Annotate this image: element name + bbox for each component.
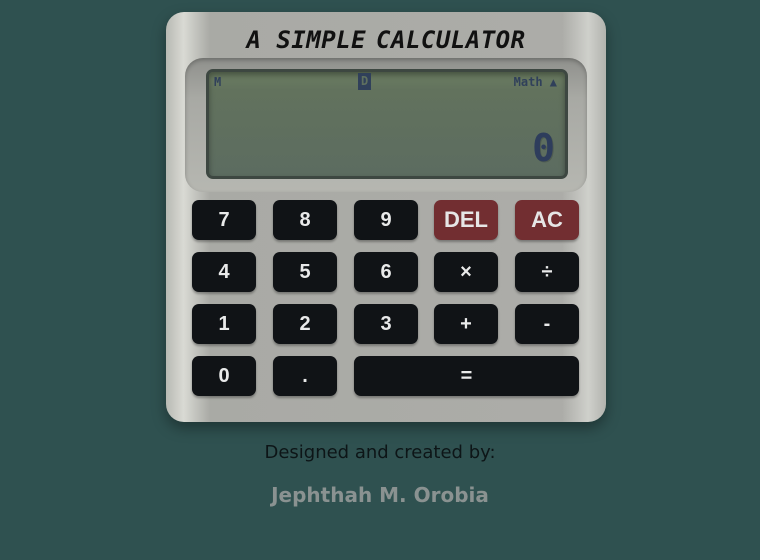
delete-button[interactable]: DEL (434, 200, 498, 240)
key-3[interactable]: 3 (354, 304, 418, 344)
calculator-title: A SIMPLE CALCULATOR (166, 26, 606, 54)
key-0[interactable]: 0 (192, 356, 256, 396)
key-1[interactable]: 1 (192, 304, 256, 344)
key-2[interactable]: 2 (273, 304, 337, 344)
title-word-calculator: CALCULATOR (376, 26, 526, 54)
credit-line: Designed and created by: (264, 442, 496, 463)
math-mode-indicator: Math ▲ (513, 75, 557, 89)
divide-button[interactable]: ÷ (515, 252, 579, 292)
display-value: 0 (532, 126, 555, 170)
multiply-button[interactable]: × (434, 252, 498, 292)
author-name: Jephthah M. Orobia (271, 483, 489, 507)
display-screen: M D Math ▲ 0 (206, 69, 568, 179)
display-bezel: M D Math ▲ 0 (185, 58, 587, 192)
degree-indicator: D (357, 73, 372, 90)
all-clear-button[interactable]: AC (515, 200, 579, 240)
key-7[interactable]: 7 (192, 200, 256, 240)
key-8[interactable]: 8 (273, 200, 337, 240)
key-5[interactable]: 5 (273, 252, 337, 292)
key-4[interactable]: 4 (192, 252, 256, 292)
minus-button[interactable]: - (515, 304, 579, 344)
plus-button[interactable]: + (434, 304, 498, 344)
decimal-button[interactable]: . (273, 356, 337, 396)
title-word-simple: A SIMPLE (246, 26, 367, 54)
key-6[interactable]: 6 (354, 252, 418, 292)
calculator-body: A SIMPLE CALCULATOR M D Math ▲ 0 7 8 9 DE… (166, 12, 606, 422)
memory-indicator: M (214, 75, 222, 89)
key-9[interactable]: 9 (354, 200, 418, 240)
equals-button[interactable]: = (354, 356, 579, 396)
